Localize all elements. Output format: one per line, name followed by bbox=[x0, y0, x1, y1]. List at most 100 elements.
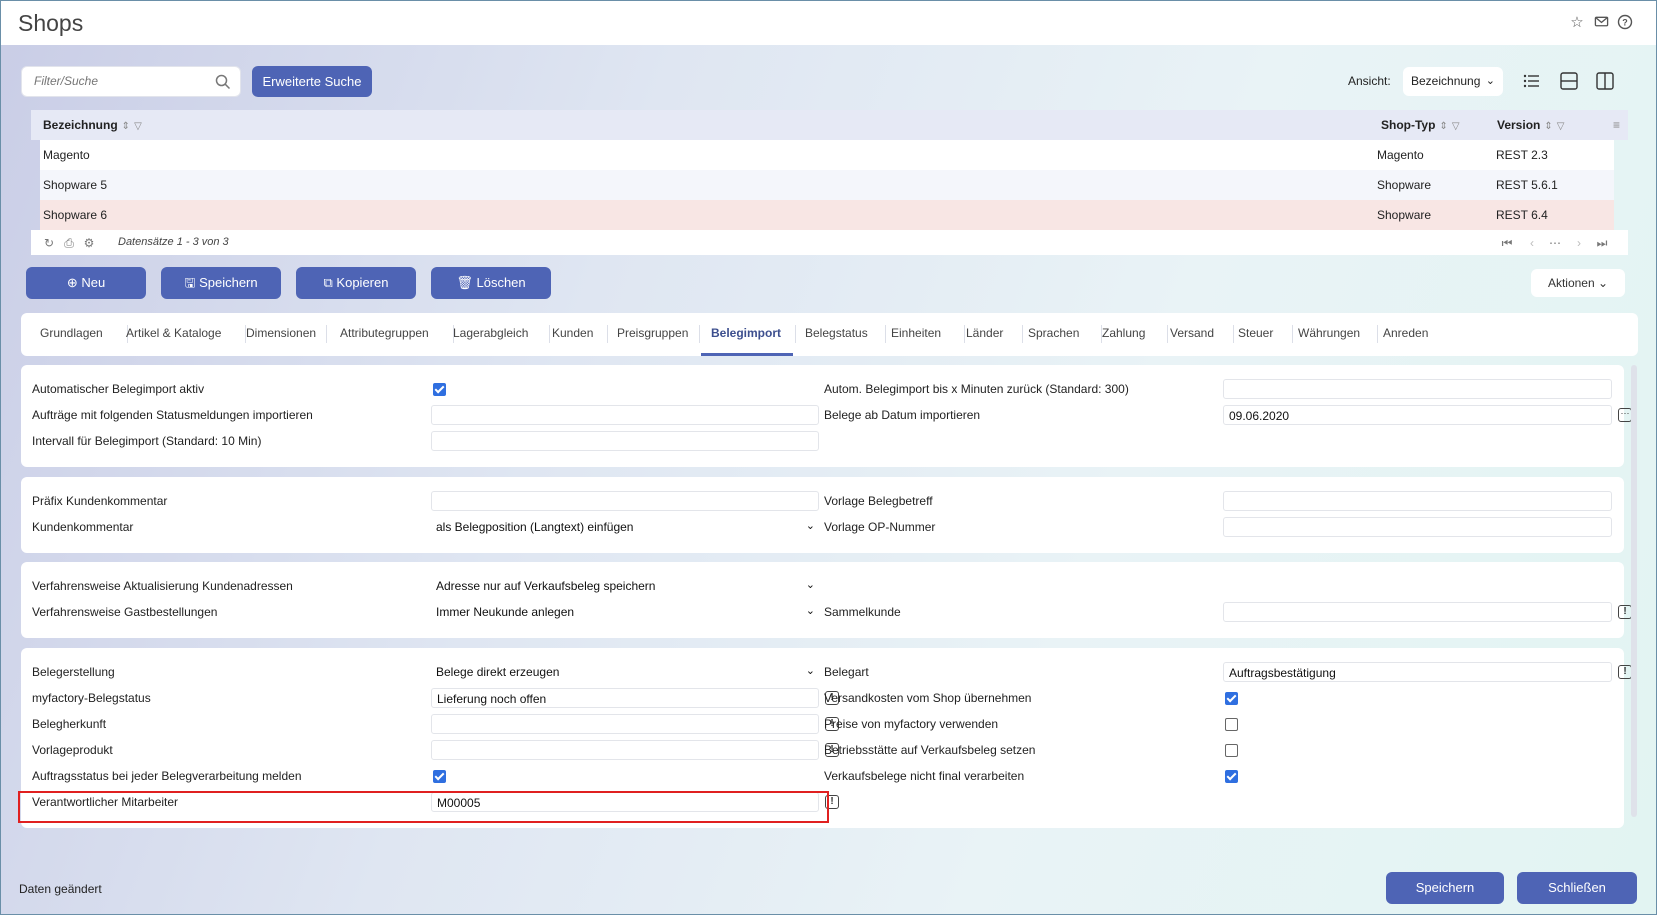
doctype-label: Belegart bbox=[824, 665, 869, 679]
info-icon[interactable]: ! bbox=[1618, 665, 1632, 679]
tab-artikel-kataloge[interactable]: Artikel & Kataloge bbox=[126, 326, 221, 340]
split-vertical-icon[interactable] bbox=[1592, 69, 1618, 93]
search-icon[interactable] bbox=[214, 73, 232, 91]
tab-einheiten[interactable]: Einheiten bbox=[891, 326, 941, 340]
tab-belegimport[interactable]: Belegimport bbox=[711, 326, 781, 340]
calendar-icon[interactable]: ··· bbox=[1618, 408, 1632, 422]
shipping-costs-checkbox[interactable] bbox=[1225, 692, 1238, 705]
tab-preisgruppen[interactable]: Preisgruppen bbox=[617, 326, 688, 340]
collective-customer-field[interactable] bbox=[1223, 602, 1612, 622]
status-msgs-field[interactable] bbox=[431, 405, 819, 425]
address-mode-select[interactable]: Adresse nur auf Verkaufsbeleg speichern ⌄ bbox=[431, 576, 819, 596]
comment-label: Kundenkommentar bbox=[32, 520, 134, 534]
tab-grundlagen[interactable]: Grundlagen bbox=[40, 326, 103, 340]
sort-icon[interactable]: ⇕ bbox=[1544, 121, 1552, 132]
tab-steuer[interactable]: Steuer bbox=[1238, 326, 1273, 340]
print-icon[interactable]: ⎙ bbox=[62, 236, 76, 250]
prices-checkbox[interactable] bbox=[1225, 718, 1238, 731]
list-view-icon[interactable] bbox=[1519, 69, 1545, 93]
minutes-back-field[interactable] bbox=[1223, 379, 1612, 399]
footer-save-button[interactable]: Speichern bbox=[1386, 872, 1504, 904]
panel-comments: Präfix Kundenkommentar Kundenkommentar a… bbox=[21, 477, 1624, 553]
auto-import-checkbox[interactable] bbox=[433, 383, 446, 396]
new-button[interactable]: ⊕ Neu bbox=[26, 267, 146, 299]
interval-field[interactable] bbox=[431, 431, 819, 451]
close-button[interactable]: Schließen bbox=[1517, 872, 1637, 904]
cell-name: Shopware 5 bbox=[43, 178, 108, 192]
table-row-selected[interactable]: Shopware 6 Shopware REST 6.4 bbox=[40, 200, 1614, 230]
next-page-icon[interactable]: › bbox=[1572, 236, 1586, 250]
tab-sprachen[interactable]: Sprachen bbox=[1028, 326, 1079, 340]
cell-version: REST 5.6.1 bbox=[1496, 178, 1558, 192]
prefix-field[interactable] bbox=[431, 491, 819, 511]
origin-field[interactable] bbox=[431, 714, 819, 734]
column-header-type[interactable]: Shop-Typ ⇕ ▽ bbox=[1381, 118, 1460, 132]
tab-kunden[interactable]: Kunden bbox=[552, 326, 593, 340]
more-pages-icon[interactable]: ⋯ bbox=[1548, 236, 1562, 250]
save-button[interactable]: 🖫 Speichern bbox=[161, 267, 281, 299]
advanced-search-button[interactable]: Erweiterte Suche bbox=[252, 66, 372, 97]
view-label: Ansicht: bbox=[1348, 74, 1391, 88]
chevron-down-icon: ⌄ bbox=[805, 665, 815, 677]
cell-version: REST 6.4 bbox=[1496, 208, 1548, 222]
chevron-down-icon: ⌄ bbox=[805, 605, 815, 617]
tab-waehrungen[interactable]: Währungen bbox=[1298, 326, 1360, 340]
shipping-costs-label: Versandkosten vom Shop übernehmen bbox=[824, 691, 1032, 705]
auto-import-label: Automatischer Belegimport aktiv bbox=[32, 382, 205, 396]
tab-laender[interactable]: Länder bbox=[966, 326, 1003, 340]
address-mode-label: Verfahrensweise Aktualisierung Kundenadr… bbox=[32, 579, 293, 593]
tab-versand[interactable]: Versand bbox=[1170, 326, 1214, 340]
from-date-field[interactable]: 09.06.2020 bbox=[1223, 405, 1612, 425]
filter-icon[interactable]: ▽ bbox=[1452, 121, 1460, 132]
subject-template-label: Vorlage Belegbetreff bbox=[824, 494, 933, 508]
tab-zahlung[interactable]: Zahlung bbox=[1102, 326, 1145, 340]
records-info: Datensätze 1 - 3 von 3 bbox=[118, 236, 229, 248]
nonfinal-checkbox[interactable] bbox=[1225, 770, 1238, 783]
column-header-name[interactable]: Bezeichnung ⇕ ▽ bbox=[43, 118, 142, 132]
creation-select[interactable]: Belege direkt erzeugen ⌄ bbox=[431, 662, 819, 682]
view-select[interactable]: Bezeichnung ⌄ bbox=[1403, 67, 1503, 96]
prev-page-icon[interactable]: ‹ bbox=[1525, 236, 1539, 250]
search-box[interactable] bbox=[21, 66, 241, 97]
panel-import-settings: Automatischer Belegimport aktiv Aufträge… bbox=[21, 365, 1632, 467]
guest-mode-select[interactable]: Immer Neukunde anlegen ⌄ bbox=[431, 602, 819, 622]
myfactory-status-field[interactable]: Lieferung noch offen bbox=[431, 688, 819, 708]
table-row[interactable]: Shopware 5 Shopware REST 5.6.1 bbox=[40, 170, 1614, 200]
site-checkbox[interactable] bbox=[1225, 744, 1238, 757]
report-status-checkbox[interactable] bbox=[433, 770, 446, 783]
filter-icon[interactable]: ▽ bbox=[134, 121, 142, 132]
tab-attributegruppen[interactable]: Attributegruppen bbox=[340, 326, 429, 340]
refresh-icon[interactable]: ↻ bbox=[42, 236, 56, 250]
column-menu-icon[interactable]: ≡ bbox=[1613, 118, 1620, 132]
filter-icon[interactable]: ▽ bbox=[1557, 121, 1565, 132]
tab-anreden[interactable]: Anreden bbox=[1383, 326, 1428, 340]
status-msgs-label: Aufträge mit folgenden Statusmeldungen i… bbox=[32, 408, 313, 422]
first-page-icon[interactable]: ⏮ bbox=[1500, 236, 1514, 250]
tab-lagerabgleich[interactable]: Lagerabgleich bbox=[453, 326, 528, 340]
info-icon[interactable]: ! bbox=[1618, 605, 1632, 619]
split-horizontal-icon[interactable] bbox=[1556, 69, 1582, 93]
panel-customers: Verfahrensweise Aktualisierung Kundenadr… bbox=[21, 562, 1632, 638]
origin-label: Belegherkunft bbox=[32, 717, 107, 731]
template-product-field[interactable] bbox=[431, 740, 819, 760]
delete-button[interactable]: 🗑 Löschen bbox=[431, 267, 551, 299]
sort-icon[interactable]: ⇕ bbox=[1439, 121, 1447, 132]
column-header-version[interactable]: Version ⇕ ▽ bbox=[1497, 118, 1564, 132]
doctype-field[interactable]: Auftragsbestätigung bbox=[1223, 662, 1612, 682]
comment-select[interactable]: als Belegposition (Langtext) einfügen ⌄ bbox=[431, 517, 819, 537]
sort-icon[interactable]: ⇕ bbox=[122, 121, 130, 132]
search-input[interactable] bbox=[34, 74, 214, 88]
copy-button[interactable]: ⧉ Kopieren bbox=[296, 267, 416, 299]
op-template-field[interactable] bbox=[1223, 517, 1612, 537]
star-icon[interactable]: ☆ bbox=[1568, 14, 1586, 32]
scrollbar[interactable] bbox=[1631, 365, 1637, 817]
table-row[interactable]: Magento Magento REST 2.3 bbox=[40, 140, 1614, 170]
last-page-icon[interactable]: ⏭ bbox=[1595, 236, 1609, 250]
actions-dropdown[interactable]: Aktionen ⌄ bbox=[1531, 269, 1625, 297]
mail-icon[interactable] bbox=[1592, 14, 1610, 32]
tab-dimensionen[interactable]: Dimensionen bbox=[246, 326, 316, 340]
help-icon[interactable]: ? bbox=[1616, 14, 1634, 32]
subject-template-field[interactable] bbox=[1223, 491, 1612, 511]
tab-belegstatus[interactable]: Belegstatus bbox=[805, 326, 868, 340]
gear-icon[interactable]: ⚙ bbox=[82, 236, 96, 250]
